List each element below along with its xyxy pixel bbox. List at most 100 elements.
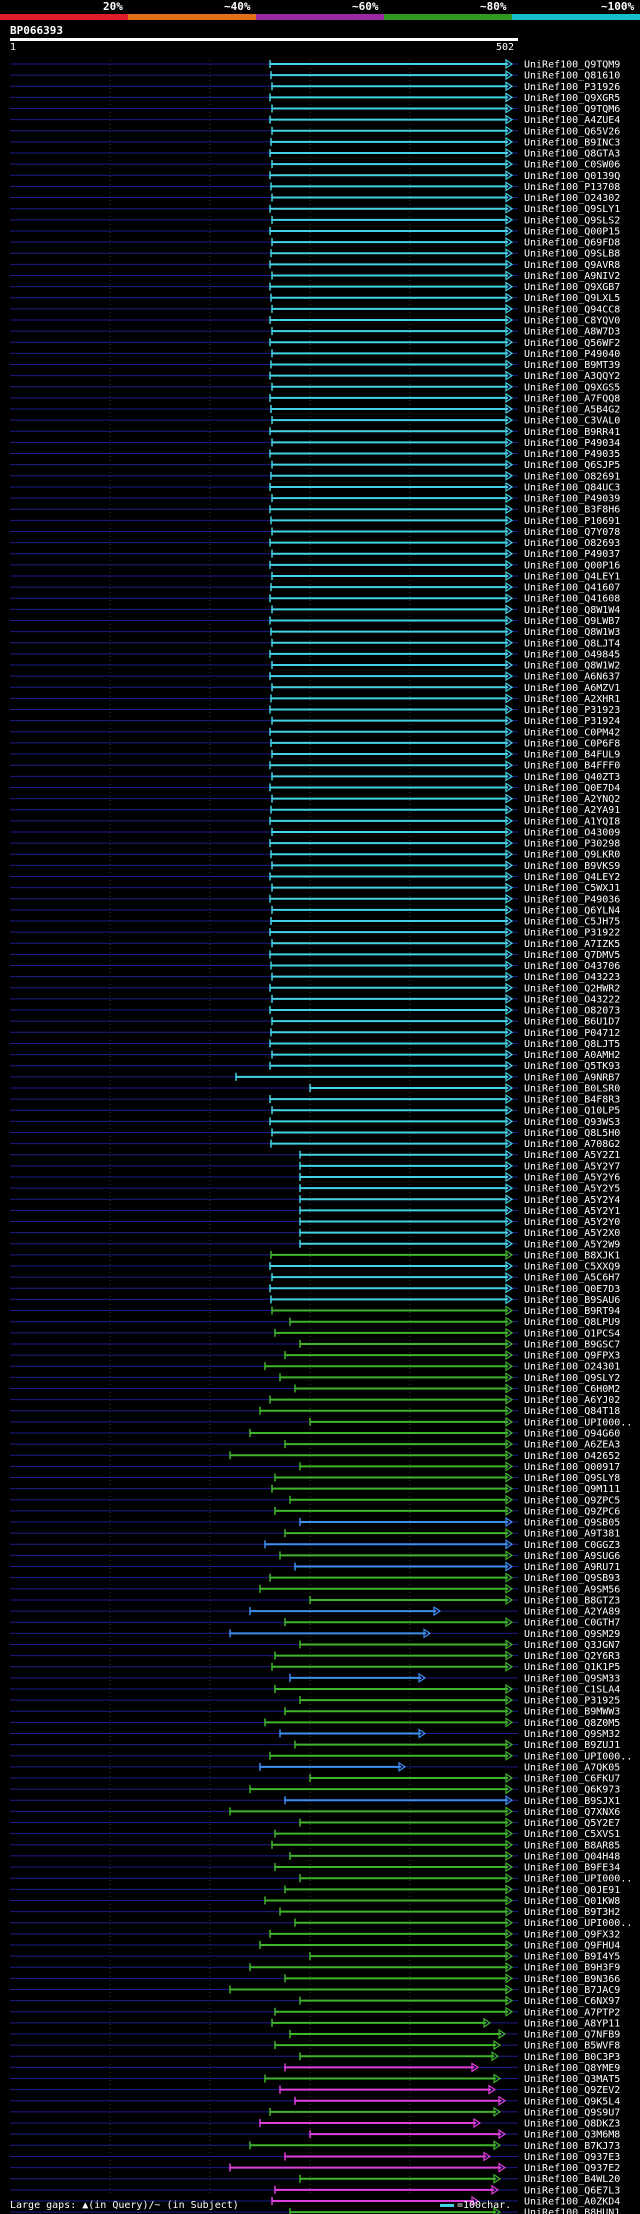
hit-label[interactable]: UniRef100_Q8Z0M5 [524,1718,620,1729]
hit-label[interactable]: UniRef100_Q8GTA3 [524,149,620,160]
hit-label[interactable]: UniRef100_A6N637 [524,672,620,683]
hit-label[interactable]: UniRef100_B9RT94 [524,1306,620,1317]
hit-label[interactable]: UniRef100_A5Y2Y1 [524,1206,620,1217]
hit-label[interactable]: UniRef100_Q9ZPC6 [524,1506,620,1517]
hit-label[interactable]: UniRef100_A7IZK5 [524,939,620,950]
hit-label[interactable]: UniRef100_A8YP11 [524,2018,620,2029]
hit-label[interactable]: UniRef100_O82691 [524,471,620,482]
hit-label[interactable]: UniRef100_Q9SM29 [524,1629,620,1640]
hit-label[interactable]: UniRef100_A5Y2Y5 [524,1184,620,1195]
hit-label[interactable]: UniRef100_P49040 [524,349,620,360]
hit-label[interactable]: UniRef100_Q0139Q [524,171,620,182]
hit-label[interactable]: UniRef100_Q1K1P5 [524,1662,620,1673]
hit-label[interactable]: UniRef100_Q04H48 [524,1851,620,1862]
hit-label[interactable]: UniRef100_Q9M111 [524,1484,620,1495]
hit-label[interactable]: UniRef100_C5WXJ1 [524,883,620,894]
hit-label[interactable]: UniRef100_A9NIV2 [524,271,620,282]
hit-label[interactable]: UniRef100_P10691 [524,516,620,527]
hit-label[interactable]: UniRef100_Q9SM32 [524,1729,620,1740]
hit-label[interactable]: UniRef100_A6ZEA3 [524,1440,620,1451]
hit-label[interactable]: UniRef100_B8XJK1 [524,1250,620,1261]
hit-label[interactable]: UniRef100_A5Y2Y0 [524,1217,620,1228]
hit-label[interactable]: UniRef100_Q9ZEV2 [524,2085,620,2096]
hit-label[interactable]: UniRef100_C0GGZ3 [524,1540,620,1551]
hit-label[interactable]: UniRef100_Q84UC3 [524,482,620,493]
hit-label[interactable]: UniRef100_Q9SLY2 [524,1373,620,1384]
hit-label[interactable]: UniRef100_Q3MAT5 [524,2074,620,2085]
hit-label[interactable]: UniRef100_Q00917 [524,1462,620,1473]
hit-label[interactable]: UniRef100_Q8YME9 [524,2063,620,2074]
hit-label[interactable]: UniRef100_Q40ZT3 [524,772,620,783]
hit-label[interactable]: UniRef100_B9N366 [524,1974,620,1985]
hit-label[interactable]: UniRef100_B9I4Y5 [524,1952,620,1963]
hit-label[interactable]: UniRef100_A9RU71 [524,1562,620,1573]
hit-label[interactable]: UniRef100_Q8W1W2 [524,661,620,672]
hit-label[interactable]: UniRef100_Q7Y078 [524,527,620,538]
hit-label[interactable]: UniRef100_A9SUG6 [524,1551,620,1562]
hit-label[interactable]: UniRef100_A5Y2Z1 [524,1150,620,1161]
hit-label[interactable]: UniRef100_B9ZUJ1 [524,1740,620,1751]
hit-label[interactable]: UniRef100_Q4LEY1 [524,571,620,582]
hit-label[interactable]: UniRef100_A6MZV1 [524,683,620,694]
hit-label[interactable]: UniRef100_B7JAC9 [524,1985,620,1996]
hit-label[interactable]: UniRef100_Q94G60 [524,1428,620,1439]
hit-label[interactable]: UniRef100_C1SLA4 [524,1684,620,1695]
hit-label[interactable]: UniRef100_Q9SLY8 [524,1473,620,1484]
hit-label[interactable]: UniRef100_B9INC3 [524,137,620,148]
hit-label[interactable]: UniRef100_Q4LEY2 [524,872,620,883]
hit-label[interactable]: UniRef100_C6FKU7 [524,1774,620,1785]
hit-label[interactable]: UniRef100_Q9FPX3 [524,1351,620,1362]
hit-label[interactable]: UniRef100_C0PM42 [524,727,620,738]
hit-label[interactable]: UniRef100_Q9LWB7 [524,616,620,627]
hit-label[interactable]: UniRef100_Q6SJP5 [524,460,620,471]
hit-label[interactable]: UniRef100_A9T381 [524,1529,620,1540]
hit-label[interactable]: UniRef100_B5WVF8 [524,2041,620,2052]
hit-label[interactable]: UniRef100_Q8L5H0 [524,1128,620,1139]
hit-label[interactable]: UniRef100_A2YA89 [524,1607,620,1618]
hit-label[interactable]: UniRef100_A5C6H7 [524,1273,620,1284]
hit-label[interactable]: UniRef100_Q9ZPC5 [524,1495,620,1506]
hit-label[interactable]: UniRef100_Q9TQM6 [524,104,620,115]
hit-label[interactable]: UniRef100_Q00P16 [524,560,620,571]
hit-label[interactable]: UniRef100_C5XXQ9 [524,1262,620,1273]
hit-label[interactable]: UniRef100_P49039 [524,494,620,505]
hit-label[interactable]: UniRef100_B4WL20 [524,2174,620,2185]
hit-label[interactable]: UniRef100_Q56WF2 [524,338,620,349]
hit-label[interactable]: UniRef100_B7KJ73 [524,2141,620,2152]
hit-label[interactable]: UniRef100_Q9LXL5 [524,293,620,304]
hit-label[interactable]: UniRef100_Q5TK93 [524,1061,620,1072]
hit-label[interactable]: UniRef100_O43223 [524,972,620,983]
hit-label[interactable]: UniRef100_Q9FHU4 [524,1940,620,1951]
hit-label[interactable]: UniRef100_Q9SLY1 [524,204,620,215]
hit-label[interactable]: UniRef100_Q9FX32 [524,1929,620,1940]
hit-label[interactable]: UniRef100_C0SW06 [524,160,620,171]
hit-label[interactable]: UniRef100_Q9SB05 [524,1518,620,1529]
hit-label[interactable]: UniRef100_Q9SB93 [524,1573,620,1584]
hit-label[interactable]: UniRef100_C5JH75 [524,917,620,928]
hit-label[interactable]: UniRef100_A6YJ02 [524,1395,620,1406]
hit-label[interactable]: UniRef100_P13708 [524,182,620,193]
hit-label[interactable]: UniRef100_P04712 [524,1028,620,1039]
hit-label[interactable]: UniRef100_A7PTP2 [524,2007,620,2018]
hit-label[interactable]: UniRef100_Q84T18 [524,1406,620,1417]
hit-label[interactable]: UniRef100_B9VKS9 [524,861,620,872]
hit-label[interactable]: UniRef100_P49035 [524,449,620,460]
hit-label[interactable]: UniRef100_O43222 [524,994,620,1005]
hit-label[interactable]: UniRef100_Q00P15 [524,226,620,237]
hit-label[interactable]: UniRef100_Q69FD8 [524,238,620,249]
hit-label[interactable]: UniRef100_C0GTH7 [524,1618,620,1629]
hit-label[interactable]: UniRef100_Q8W1W4 [524,605,620,616]
hit-label[interactable]: UniRef100_A2YNQ2 [524,794,620,805]
hit-label[interactable]: UniRef100_C6H0M2 [524,1384,620,1395]
hit-label[interactable]: UniRef100_Q65V26 [524,126,620,137]
hit-label[interactable]: UniRef100_Q8W1W3 [524,627,620,638]
hit-label[interactable]: UniRef100_Q9SM33 [524,1673,620,1684]
hit-label[interactable]: UniRef100_Q937E2 [524,2163,620,2174]
hit-label[interactable]: UniRef100_Q1PCS4 [524,1328,620,1339]
hit-label[interactable]: UniRef100_Q9XGB7 [524,282,620,293]
hit-label[interactable]: UniRef100_C6NX97 [524,1996,620,2007]
hit-label[interactable]: UniRef100_B3F8H6 [524,505,620,516]
hit-label[interactable]: UniRef100_O49845 [524,649,620,660]
hit-label[interactable]: UniRef100_Q6YLN4 [524,905,620,916]
hit-label[interactable]: UniRef100_A4ZUE4 [524,115,620,126]
